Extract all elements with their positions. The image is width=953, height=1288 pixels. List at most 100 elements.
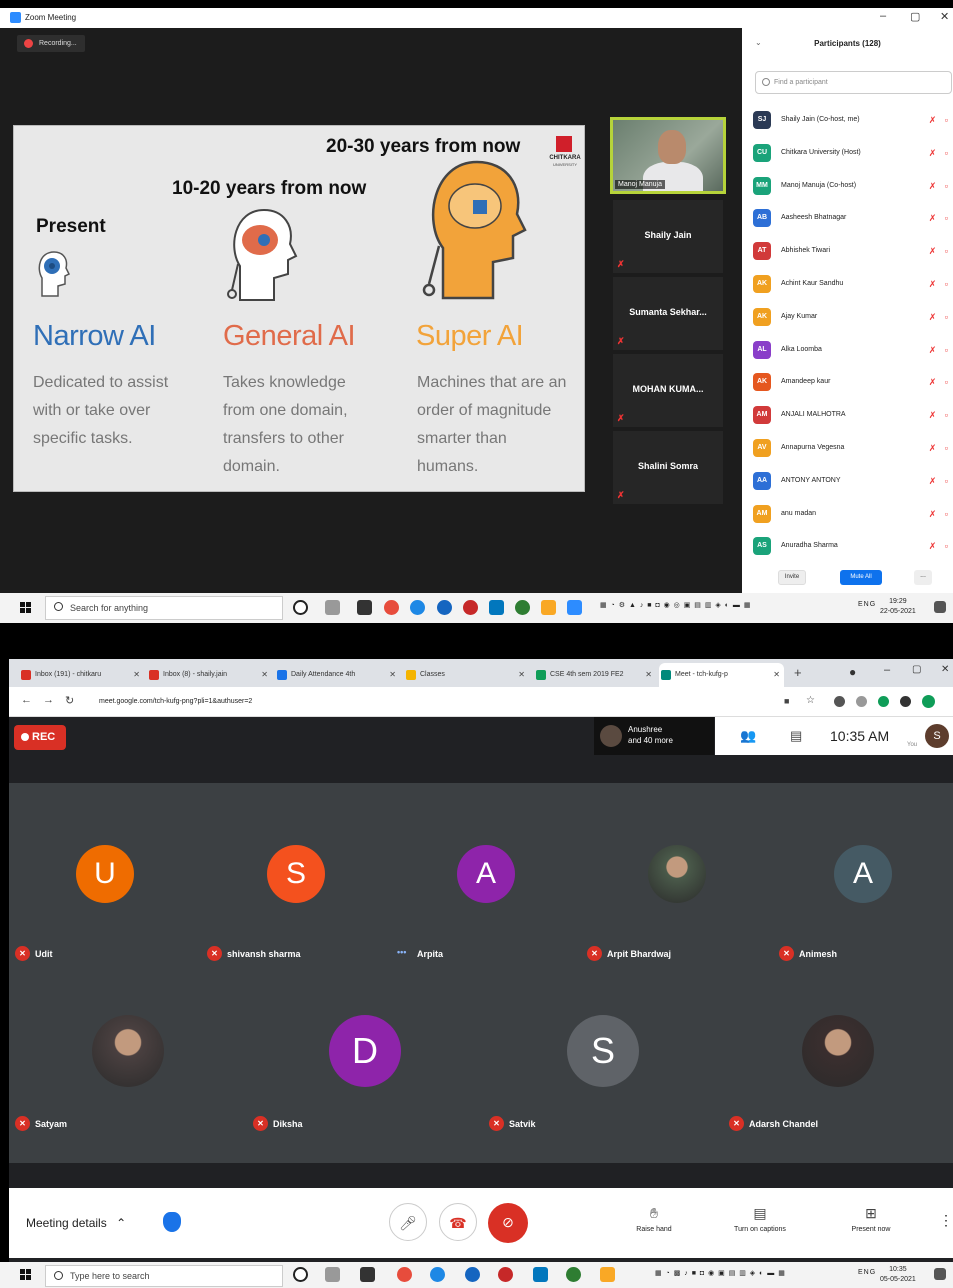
mic-muted-icon[interactable]: ✗ ▫ [929,312,951,323]
recording-indicator[interactable]: Recording... [17,35,85,52]
present-now-button[interactable]: ⊞ Present now [831,1205,911,1233]
app-icon[interactable] [515,600,530,615]
notification-icon[interactable] [934,601,946,613]
app-icon[interactable] [437,600,452,615]
minimize-icon[interactable]: – [884,664,890,676]
app-icon[interactable] [533,1267,548,1282]
task-view-icon[interactable] [325,600,340,615]
more-options-icon[interactable]: ⋮ [939,1212,953,1229]
new-tab-icon[interactable]: + [794,665,802,680]
browser-tab[interactable]: Inbox (8) - shaily.jain ✕ [147,663,272,687]
participant-tile[interactable]: ✕ Adarsh Chandel [723,973,953,1163]
participant-tile[interactable]: S ✕ shivansh sharma [201,783,391,973]
task-view-icon[interactable] [325,1267,340,1282]
browser-tab-active[interactable]: Meet - tch-kufg-p ✕ [659,663,784,687]
record-dot-icon[interactable]: ● [849,665,856,679]
participant-tile[interactable]: Shalini Somra ✗ [613,431,723,504]
chrome-icon[interactable] [397,1267,412,1282]
browser-tab[interactable]: Daily Attendance 4th ✕ [275,663,400,687]
participant-row[interactable]: SJ Shaily Jain (Co-host, me) ✗ ▫ [753,111,953,133]
participant-search-input[interactable]: Find a participant [755,71,952,94]
close-icon[interactable]: ✕ [941,664,949,675]
mute-all-button[interactable]: Mute All [840,570,882,585]
meeting-details-button[interactable]: Meeting details ⌃ [26,1216,126,1230]
cortana-icon[interactable] [293,600,308,615]
chrome-icon[interactable] [384,600,399,615]
extensions-puzzle-icon[interactable] [900,696,911,707]
app-icon[interactable] [430,1267,445,1282]
participant-tile[interactable]: ✕ Satyam [9,973,247,1163]
participant-row[interactable]: AM anu madan ✗ ▫ [753,504,953,527]
participant-tile[interactable]: D ✕ Diksha [247,973,483,1163]
participant-row[interactable]: AA ANTONY ANTONY ✗ ▫ [753,471,953,494]
app-icon[interactable] [410,600,425,615]
participant-row[interactable]: AK Achint Kaur Sandhu ✗ ▫ [753,275,953,297]
camera-off-button[interactable]: ⊘ [488,1203,528,1243]
language-indicator[interactable]: ENG [858,1269,876,1276]
extension-icon[interactable] [834,696,845,707]
mic-muted-icon[interactable]: ✗ ▫ [929,279,951,290]
bookmark-star-icon[interactable]: ☆ [806,695,815,706]
extension-icon[interactable] [856,696,867,707]
mic-muted-icon[interactable]: ✗ ▫ [929,148,951,159]
system-tray[interactable]: ▦ ◔ ▩ ♪ ■ ◘ ◉ ▣ ▤ ▥ ◈ ◐ ▬ ▦ [655,1269,786,1277]
notification-icon[interactable] [934,1268,946,1280]
mic-muted-icon[interactable]: ✗ ▫ [929,476,951,487]
active-speaker-tile[interactable]: Manoj Manuja [610,117,726,194]
close-icon[interactable]: ✕ [940,10,949,23]
mic-muted-icon[interactable]: ✗ ▫ [929,509,951,520]
mic-muted-icon[interactable]: ✗ ▫ [929,213,951,224]
forward-icon[interactable]: → [43,694,54,706]
maximize-icon[interactable]: ▢ [910,10,920,23]
participant-row[interactable]: AB Aasheesh Bhatnagar ✗ ▫ [753,209,953,231]
language-indicator[interactable]: ENG [858,601,876,608]
chat-icon[interactable]: ▤ [790,728,806,743]
browser-tab[interactable]: Classes ✕ [404,663,529,687]
raise-hand-button[interactable]: ✋︎ Raise hand [614,1205,694,1233]
reload-icon[interactable]: ↻ [65,694,74,707]
self-avatar[interactable]: S [925,724,949,748]
participant-row[interactable]: CU Chitkara University (Host) ✗ ▫ [753,143,953,166]
app-icon[interactable] [465,1267,480,1282]
minimize-icon[interactable]: – [880,10,886,22]
participant-tile[interactable]: U ✕ Udit [9,783,201,973]
participant-tile[interactable]: A ✕ Animesh [773,783,953,973]
url-input[interactable]: meet.google.com/tch-kufg-png?pli=1&authu… [89,693,769,711]
camera-icon[interactable]: ■ [784,696,789,706]
participant-tile[interactable]: Sumanta Sekhar... ✗ [613,277,723,350]
app-icon[interactable] [566,1267,581,1282]
leave-call-button[interactable]: ☎ [439,1203,477,1241]
app-icon[interactable] [498,1267,513,1282]
mic-button[interactable]: 🎤︎ [389,1203,427,1241]
mic-muted-icon[interactable]: ✗ ▫ [929,377,951,388]
back-icon[interactable]: ← [21,694,32,706]
participant-row[interactable]: AT Abhishek Tiwari ✗ ▫ [753,242,953,264]
participant-row[interactable]: AK Ajay Kumar ✗ ▫ [753,307,953,330]
file-explorer-icon[interactable] [541,600,556,615]
taskbar-clock[interactable]: 10:35 05-05-2021 [880,1265,916,1285]
system-tray[interactable]: ▦ ◔ ⚙ ▲ ♪ ■ ◘ ◉ ◎ ▣ ▤ ▥ ◈ ◐ ▬ ▦ [600,601,751,609]
participant-tile[interactable]: ✕ Arpit Bhardwaj [581,783,773,973]
mic-muted-icon[interactable]: ✗ ▫ [929,345,951,356]
captions-button[interactable]: ▤ Turn on captions [720,1205,800,1233]
taskbar-search-input[interactable]: Search for anything [45,596,283,620]
mic-muted-icon[interactable]: ✗ ▫ [929,541,951,552]
participant-row[interactable]: MM Manoj Manuja (Co-host) ✗ ▫ [753,176,953,199]
cortana-icon[interactable] [293,1267,308,1282]
participant-row[interactable]: AL Alka Loomba ✗ ▫ [753,340,953,363]
windows-start-icon[interactable] [20,602,32,614]
profile-avatar[interactable] [922,695,935,708]
mic-muted-icon[interactable]: ✗ ▫ [929,410,951,421]
taskbar-clock[interactable]: 19:29 22-05-2021 [880,597,916,617]
participant-tile[interactable]: S ✕ Satvik [483,973,723,1163]
windows-start-icon[interactable] [20,1269,32,1281]
zoom-taskbar-icon[interactable] [567,600,582,615]
participant-tile[interactable]: A ••• Arpita [391,783,581,973]
browser-tab[interactable]: CSE 4th sem 2019 FE2 ✕ [534,663,656,687]
people-icon[interactable]: 👥 [740,728,756,743]
mic-muted-icon[interactable]: ✗ ▫ [929,246,951,257]
app-icon[interactable] [489,600,504,615]
browser-tab[interactable]: Inbox (191) - chitkaru ✕ [19,663,144,687]
store-icon[interactable] [360,1267,375,1282]
file-explorer-icon[interactable] [600,1267,615,1282]
